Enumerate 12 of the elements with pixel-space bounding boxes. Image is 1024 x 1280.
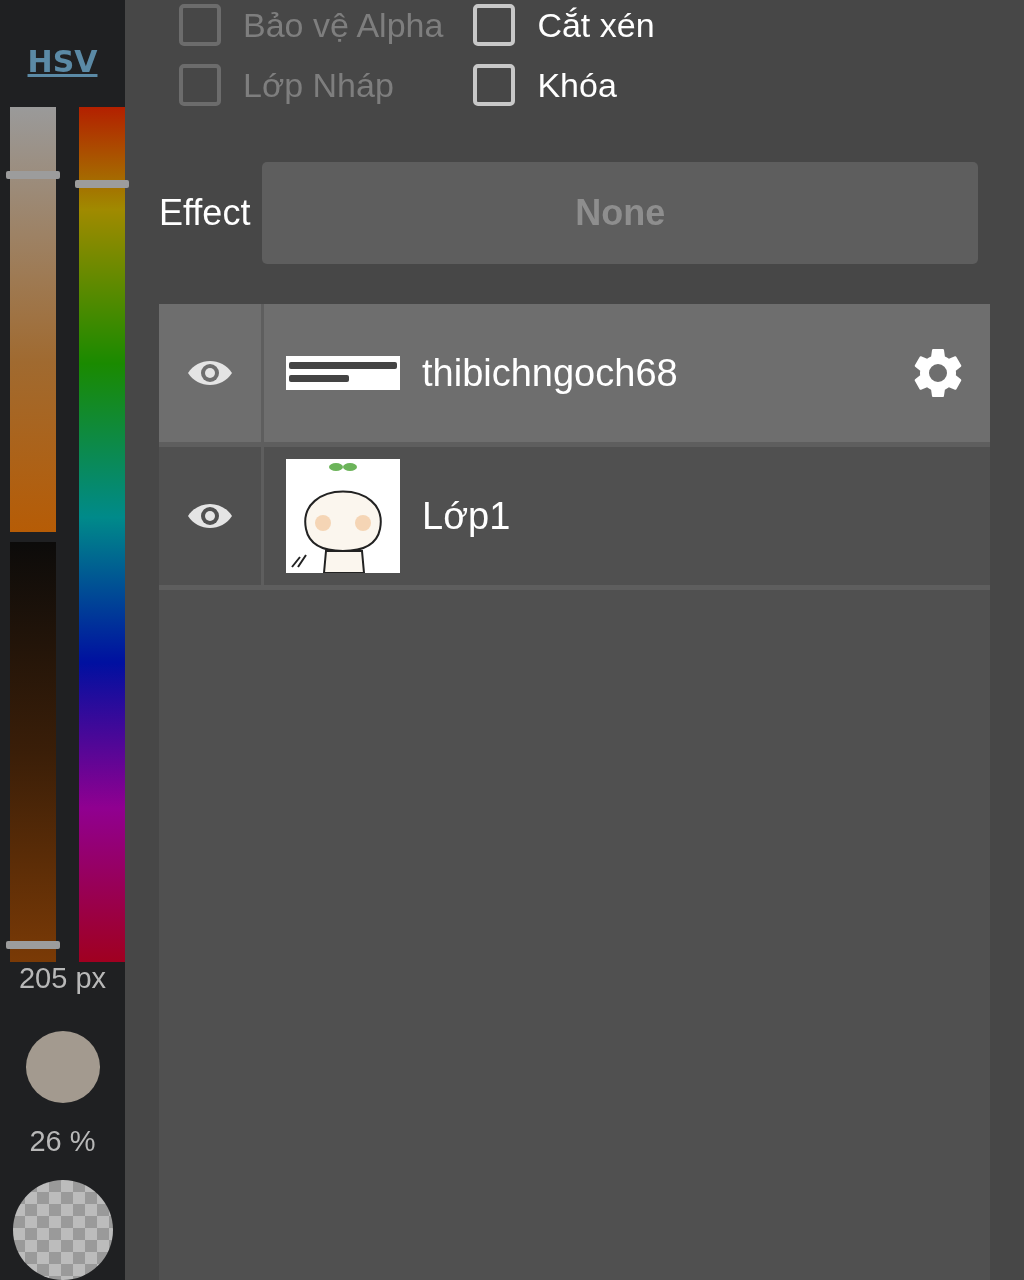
brush-size: 205 px — [18, 962, 107, 996]
checkbox[interactable] — [473, 4, 516, 46]
layer-name: thibichngoch68 — [422, 351, 679, 395]
checkbox-label: Cắt xén — [537, 5, 655, 45]
layer-name: Lớp1 — [422, 494, 512, 538]
layer-row[interactable]: Lớp1 — [159, 447, 990, 590]
opacity-value: 26 % — [29, 1125, 96, 1158]
effect-label: Effect — [159, 192, 251, 234]
layer-row[interactable]: thibichngoch68 — [159, 304, 990, 447]
checkbox[interactable] — [473, 64, 516, 106]
checkbox-label: Khóa — [537, 65, 617, 105]
hsv-link[interactable]: HSV — [27, 44, 98, 79]
